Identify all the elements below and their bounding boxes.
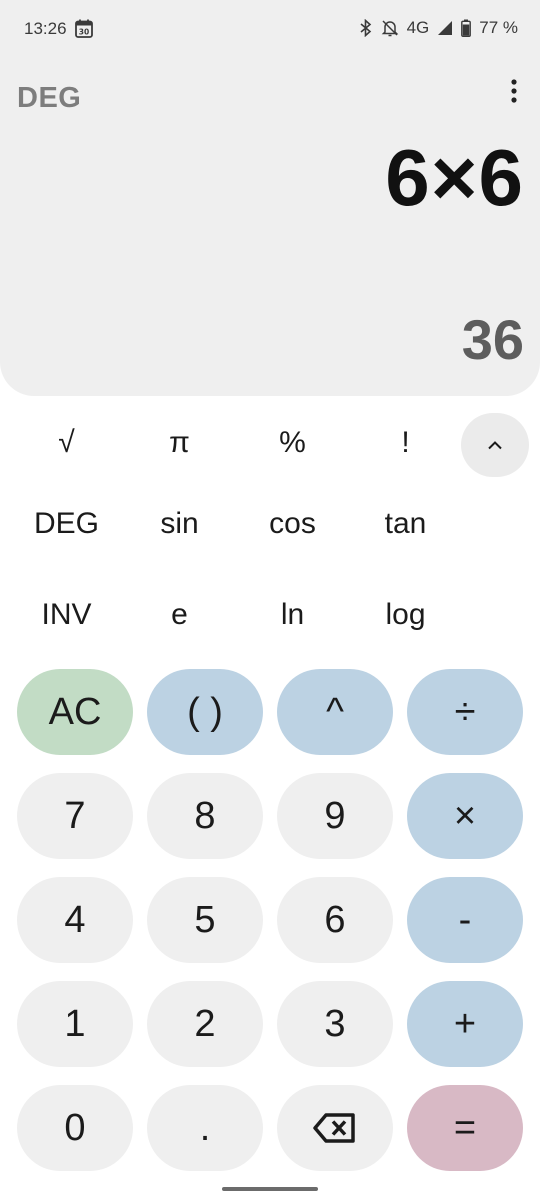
sqrt-button[interactable]: √ [10, 426, 123, 460]
parentheses-button[interactable]: ( ) [147, 669, 263, 755]
digit-5-button[interactable]: 5 [147, 877, 263, 963]
signal-icon [438, 21, 453, 35]
pi-button[interactable]: π [123, 426, 236, 460]
digit-4-button[interactable]: 4 [17, 877, 133, 963]
digit-6-button[interactable]: 6 [277, 877, 393, 963]
more-options-icon[interactable] [508, 78, 520, 104]
cos-button[interactable]: cos [236, 507, 349, 541]
calculator-display: DEG 6×6 36 [0, 60, 540, 396]
digit-8-button[interactable]: 8 [147, 773, 263, 859]
euler-e-button[interactable]: e [123, 598, 236, 632]
sin-button[interactable]: sin [123, 507, 236, 541]
network-type: 4G [406, 18, 430, 37]
all-clear-button[interactable]: AC [17, 669, 133, 755]
bluetooth-icon [360, 19, 371, 37]
multiply-button[interactable]: × [407, 773, 523, 859]
plus-button[interactable]: + [407, 981, 523, 1067]
battery-icon [461, 19, 472, 37]
deg-rad-toggle-button[interactable]: DEG [10, 507, 123, 541]
calendar-icon: 30 [75, 19, 93, 38]
calendar-day: 30 [79, 28, 89, 37]
expression-field[interactable]: 6×6 [385, 132, 524, 224]
digit-0-button[interactable]: 0 [17, 1085, 133, 1171]
chevron-up-icon [488, 441, 502, 450]
result-preview: 36 [461, 308, 524, 371]
collapse-scientific-button[interactable] [461, 413, 529, 477]
tan-button[interactable]: tan [349, 507, 462, 541]
inverse-button[interactable]: INV [10, 598, 123, 632]
backspace-icon [313, 1113, 355, 1143]
status-bar: 13:26 30 4G 77 % [0, 0, 540, 60]
percent-button[interactable]: % [236, 426, 349, 460]
digit-7-button[interactable]: 7 [17, 773, 133, 859]
decimal-point-button[interactable]: . [147, 1085, 263, 1171]
scientific-row-2: DEG sin cos tan [10, 507, 462, 541]
main-keypad: AC ( ) ^ ÷ 7 8 9 × 4 5 6 - 1 2 3 + 0 . = [17, 669, 523, 1171]
digit-1-button[interactable]: 1 [17, 981, 133, 1067]
ln-button[interactable]: ln [236, 598, 349, 632]
digit-2-button[interactable]: 2 [147, 981, 263, 1067]
power-button[interactable]: ^ [277, 669, 393, 755]
backspace-button[interactable] [277, 1085, 393, 1171]
scientific-row-1: √ π % ! [10, 426, 462, 460]
angle-mode-indicator: DEG [17, 82, 82, 114]
alarm-off-icon [381, 20, 398, 37]
scientific-row-3: INV e ln log [10, 598, 462, 632]
equals-button[interactable]: = [407, 1085, 523, 1171]
digit-9-button[interactable]: 9 [277, 773, 393, 859]
battery-percent: 77 % [479, 18, 518, 37]
factorial-button[interactable]: ! [349, 426, 462, 460]
minus-button[interactable]: - [407, 877, 523, 963]
divide-button[interactable]: ÷ [407, 669, 523, 755]
digit-3-button[interactable]: 3 [277, 981, 393, 1067]
home-gesture-bar[interactable] [222, 1187, 318, 1191]
log-button[interactable]: log [349, 598, 462, 632]
status-time: 13:26 [24, 19, 67, 38]
